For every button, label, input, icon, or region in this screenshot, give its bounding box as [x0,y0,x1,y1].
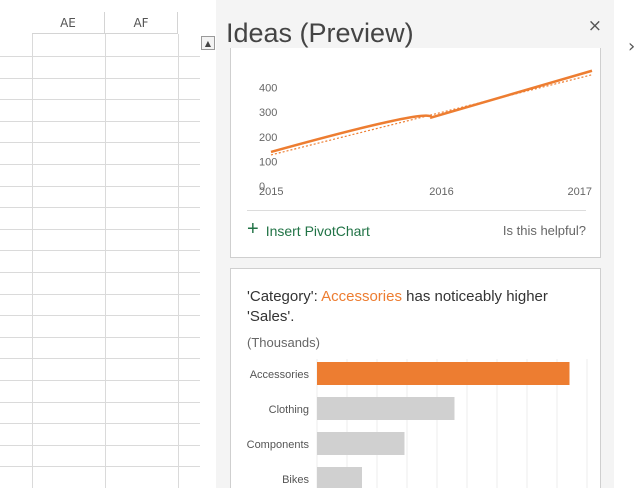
insert-pivotchart-button[interactable]: + Insert PivotChart [247,218,370,241]
y-tick-label: 200 [259,132,277,144]
bar-category-label: Accessories [250,369,310,381]
units-label: (Thousands) [247,335,320,350]
insert-pivotchart-label: Insert PivotChart [265,222,370,239]
grid-row-line [0,142,200,143]
grid-row-line [0,164,200,165]
series-line-sales [270,69,593,154]
grid-row-line [0,272,200,273]
bar [317,467,362,488]
pane-title: Ideas (Preview) [226,18,414,48]
grid-row-line [0,121,200,122]
y-tick-label: 400 [259,83,277,95]
line-chart: 01002003004002015 2016 2017 [259,69,593,198]
x-tick-label: 2017 [568,186,592,198]
bar-category-label: Bikes [282,474,309,486]
y-tick-label: 100 [259,156,277,168]
grid-row-line [0,358,200,359]
grid-row-line [0,78,200,79]
grid-row-line [0,186,200,187]
grid-row-line [0,423,200,424]
x-tick-label: 2016 [429,186,453,198]
grid-row-line [0,337,200,338]
idea-description: 'Category': Accessories has noticeably h… [247,287,587,327]
bar-chart: Accessories Clothing Components Bikes [247,359,588,488]
y-tick-label: 300 [259,107,277,119]
trendline [270,74,593,156]
grid-column-line [178,34,179,488]
grid-row-line [0,207,200,208]
grid-row-line [0,294,200,295]
grid-row-line [0,445,200,446]
ideas-pane: Ideas (Preview) × 0 100 200 300 400 2015 2016 2… [216,0,614,488]
idea-text-prefix: 'Category': [247,288,322,305]
grid-row-line [0,56,200,57]
column-header-ae[interactable]: AE [32,12,105,34]
bar-category-label: Components [247,439,310,451]
bar [317,432,405,455]
x-tick-label: 2015 [259,186,283,198]
plus-icon: + [247,218,259,240]
bar-category-label: Clothing [269,404,309,416]
grid-row-line [0,229,200,230]
grid-row-line [0,250,200,251]
column-header-af[interactable]: AF [105,12,178,34]
bar [317,397,455,420]
grid-column-line [32,34,33,488]
grid-column-line [105,34,106,488]
is-this-helpful-link[interactable]: Is this helpful? [503,223,586,238]
card-actions: + Insert PivotChart Is this helpful? [247,210,586,250]
bar [317,362,570,385]
chevron-right-icon[interactable]: › [628,36,635,57]
grid-row-line [0,99,200,100]
spreadsheet-grid[interactable]: AE AF [0,0,200,488]
grid-row-line [0,380,200,381]
idea-highlight: Accessories [321,288,402,305]
idea-card-category: 'Category': Accessories has noticeably h… [230,268,601,488]
idea-card-trend: 0 100 200 300 400 2015 2016 2017 + Insert Pivot… [230,48,601,258]
grid-row-line [0,315,200,316]
grid-row-line [0,402,200,403]
close-icon[interactable]: × [588,16,602,36]
scroll-up-arrow-icon[interactable]: ▲ [201,36,215,50]
grid-row-line [0,466,200,467]
